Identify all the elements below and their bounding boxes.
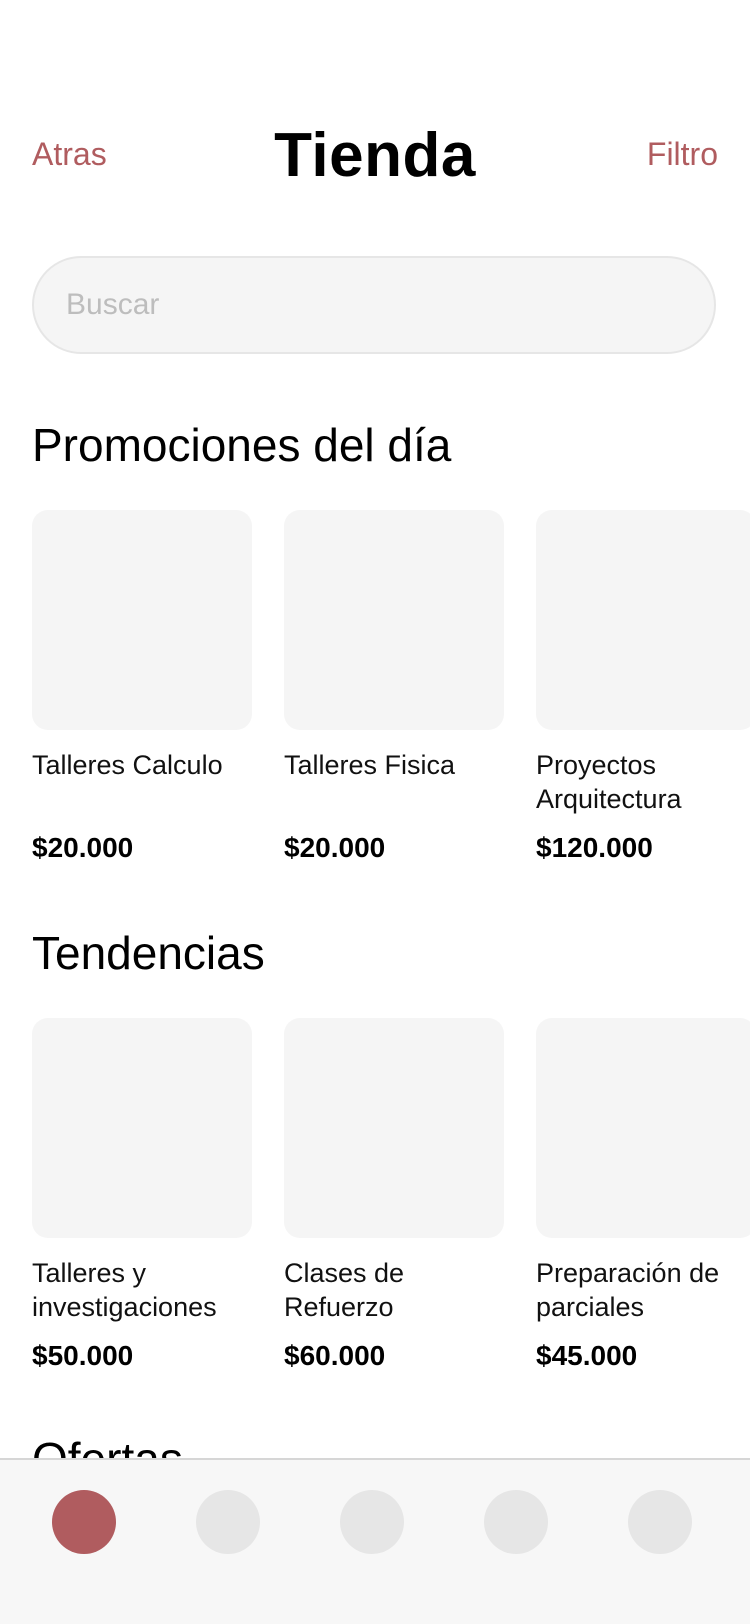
bottom-tab-bar <box>0 1458 750 1624</box>
product-card[interactable]: Preparación de parciales $45.000 <box>536 1018 750 1371</box>
product-price: $60.000 <box>284 1340 386 1371</box>
filter-button[interactable]: Filtro <box>647 136 718 173</box>
product-image-placeholder <box>536 510 750 730</box>
tab-5[interactable] <box>628 1490 692 1554</box>
product-name: Talleres Fisica <box>284 750 456 780</box>
product-name: Proyectos Arquitectura <box>536 750 682 814</box>
tab-2[interactable] <box>196 1490 260 1554</box>
section-title-promociones: Promociones del día <box>32 419 452 471</box>
product-name: Clases de Refuerzo <box>284 1258 405 1322</box>
tab-3[interactable] <box>340 1490 404 1554</box>
product-image-placeholder <box>284 510 504 730</box>
product-price: $50.000 <box>32 1340 134 1371</box>
product-row-tendencias: Talleres y investigaciones $50.000 Clase… <box>32 1018 750 1378</box>
product-card[interactable]: Talleres Fisica $20.000 <box>284 510 504 863</box>
tab-4[interactable] <box>484 1490 548 1554</box>
product-name: Talleres Calculo <box>32 750 223 780</box>
product-card[interactable]: Talleres Calculo $20.000 <box>32 510 252 863</box>
tab-1[interactable] <box>52 1490 116 1554</box>
product-image-placeholder <box>32 510 252 730</box>
product-name: Preparación de parciales <box>536 1258 720 1322</box>
product-image-placeholder <box>536 1018 750 1238</box>
product-image-placeholder <box>32 1018 252 1238</box>
product-price: $20.000 <box>32 832 134 863</box>
product-name: Talleres y investigaciones <box>32 1258 217 1322</box>
product-image-placeholder <box>284 1018 504 1238</box>
header: Atras Tienda Filtro <box>0 110 750 200</box>
product-price: $45.000 <box>536 1340 638 1371</box>
product-price: $20.000 <box>284 832 386 863</box>
section-title-tendencias: Tendencias <box>32 927 265 979</box>
product-price: $120.000 <box>536 832 653 863</box>
product-card[interactable]: Clases de Refuerzo $60.000 <box>284 1018 504 1371</box>
search-bar[interactable] <box>32 256 716 354</box>
search-input[interactable] <box>64 287 714 323</box>
page-title: Tienda <box>274 121 476 190</box>
product-row-promociones: Talleres Calculo $20.000 Talleres Fisica… <box>32 510 750 870</box>
product-card[interactable]: Talleres y investigaciones $50.000 <box>32 1018 252 1371</box>
product-card[interactable]: Proyectos Arquitectura $120.000 <box>536 510 750 863</box>
